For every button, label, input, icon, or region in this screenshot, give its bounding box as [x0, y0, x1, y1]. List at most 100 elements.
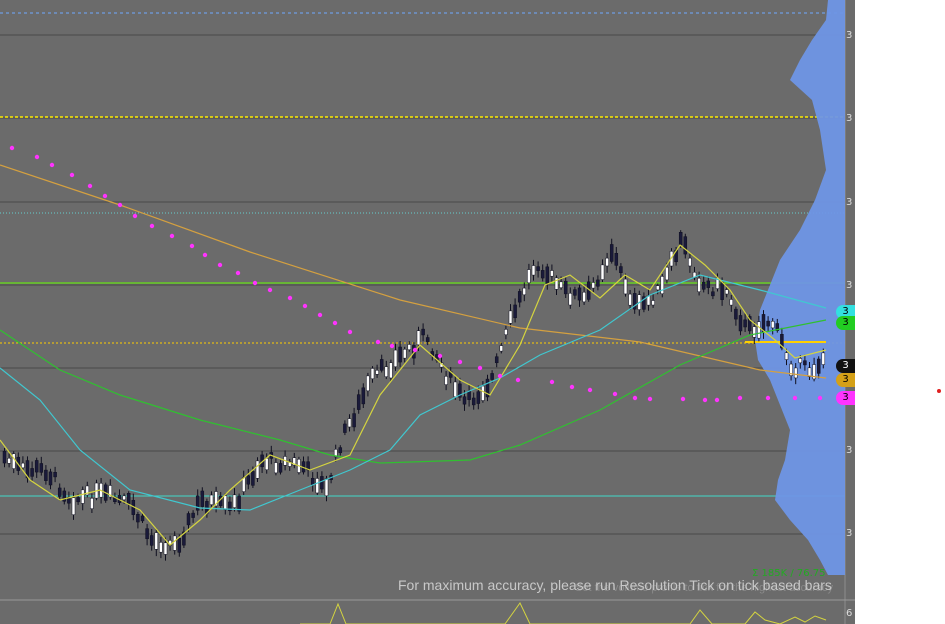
candle-body — [389, 362, 393, 379]
candle-body — [540, 270, 545, 279]
sma-slow-line — [0, 319, 827, 464]
price-axis-tick: 3 — [846, 280, 853, 291]
candle-body — [200, 490, 205, 507]
candle-body — [665, 266, 669, 281]
candle-body — [177, 538, 182, 553]
candle-body — [2, 450, 7, 464]
chart-panel[interactable]: 3 3 3 3 3 3 6 3 3 3 3 3 Σ 185K / 76.75 S… — [0, 0, 855, 624]
candle-body — [793, 367, 798, 379]
parabolic-sar-dot — [737, 395, 743, 401]
candle-body — [320, 476, 324, 490]
accuracy-warning-text: For maximum accuracy, please run Resolut… — [398, 577, 832, 593]
candle-body — [628, 293, 632, 306]
candle-body — [591, 282, 596, 289]
candle-body — [315, 478, 320, 494]
candle-body — [402, 349, 407, 359]
parabolic-sar-dot — [149, 223, 155, 229]
candle-body — [7, 457, 11, 464]
volume-profile — [755, 0, 845, 575]
candle-body — [550, 270, 554, 277]
sma-mid-line — [0, 274, 827, 511]
candle-body — [34, 460, 39, 473]
price-chart[interactable] — [0, 0, 855, 624]
parabolic-sar-dot — [412, 347, 418, 353]
candle-body — [44, 469, 48, 481]
candle-body — [490, 373, 494, 380]
parabolic-sar-dot — [515, 377, 521, 383]
candle-body — [172, 535, 177, 551]
candle-body — [499, 345, 504, 352]
candle-body — [209, 494, 214, 505]
parabolic-sar-dot — [302, 303, 308, 309]
candle-body — [425, 337, 430, 342]
candle-body — [149, 535, 154, 546]
candle-body — [559, 281, 563, 288]
candle-body — [582, 291, 586, 303]
parabolic-sar-dot — [680, 396, 686, 402]
candle-body — [803, 360, 807, 366]
parabolic-sar-dot — [189, 243, 195, 249]
candle-body — [145, 528, 149, 540]
candle-body — [770, 321, 775, 329]
candle-body — [738, 315, 743, 332]
last-price-tag: 3 — [836, 359, 855, 373]
sma-slow-price-tag: 3 — [836, 316, 855, 330]
candle-body — [407, 344, 412, 350]
candle-body — [467, 390, 471, 400]
parabolic-sar-dot — [612, 391, 618, 397]
candle-body — [609, 244, 614, 262]
candle-body — [80, 489, 85, 504]
parabolic-sar-dot — [569, 384, 575, 390]
parabolic-sar-dot — [347, 329, 353, 335]
candle-body — [324, 478, 329, 497]
candle-body — [122, 495, 126, 501]
parabolic-sar-dot — [49, 162, 55, 168]
candle-body — [264, 458, 269, 470]
candle-body — [527, 269, 531, 284]
candle-body — [140, 515, 145, 522]
candle-body — [619, 266, 623, 273]
candle-body — [136, 514, 140, 523]
candle-body — [361, 387, 366, 405]
parabolic-sar-dot — [235, 270, 241, 276]
parabolic-sar-dot — [287, 295, 293, 301]
candle-body — [720, 282, 724, 300]
parabolic-sar-dot — [102, 193, 108, 199]
candle-body — [623, 278, 628, 295]
candle-body — [563, 280, 568, 295]
candle-body — [816, 358, 821, 374]
parabolic-sar-dot — [117, 202, 123, 208]
price-axis-tick: 3 — [846, 528, 853, 539]
candle-body — [53, 471, 57, 478]
parabolic-sar-dot — [87, 183, 93, 189]
parabolic-sar-dot — [497, 373, 503, 379]
candle-body — [821, 352, 826, 365]
candle-body — [76, 497, 80, 503]
candle-body — [223, 495, 228, 511]
candle-body — [683, 236, 688, 255]
candle-body — [274, 462, 278, 474]
parabolic-sar-dot — [217, 262, 223, 268]
candle-body — [48, 471, 53, 486]
candle-body — [573, 289, 577, 296]
parabolic-sar-dot — [437, 353, 443, 359]
parabolic-sar-dot — [9, 145, 15, 151]
price-axis-tick: 3 — [846, 197, 853, 208]
parabolic-sar-dot — [252, 280, 258, 286]
candle-body — [614, 253, 619, 266]
candle-body — [191, 512, 195, 518]
candle-body — [688, 257, 692, 267]
candle-body — [536, 266, 540, 271]
parabolic-sar-dot — [702, 397, 708, 403]
candle-body — [398, 346, 402, 363]
parabolic-sar-dot — [714, 397, 720, 403]
parabolic-sar-dot — [267, 287, 273, 293]
candle-body — [697, 277, 701, 292]
candle-body — [678, 232, 683, 246]
candle-body — [384, 366, 389, 377]
candle-body — [757, 321, 761, 339]
parabolic-sar-dot — [332, 320, 338, 326]
candle-body — [471, 397, 476, 406]
candle-body — [343, 423, 347, 433]
candle-body — [701, 281, 706, 290]
